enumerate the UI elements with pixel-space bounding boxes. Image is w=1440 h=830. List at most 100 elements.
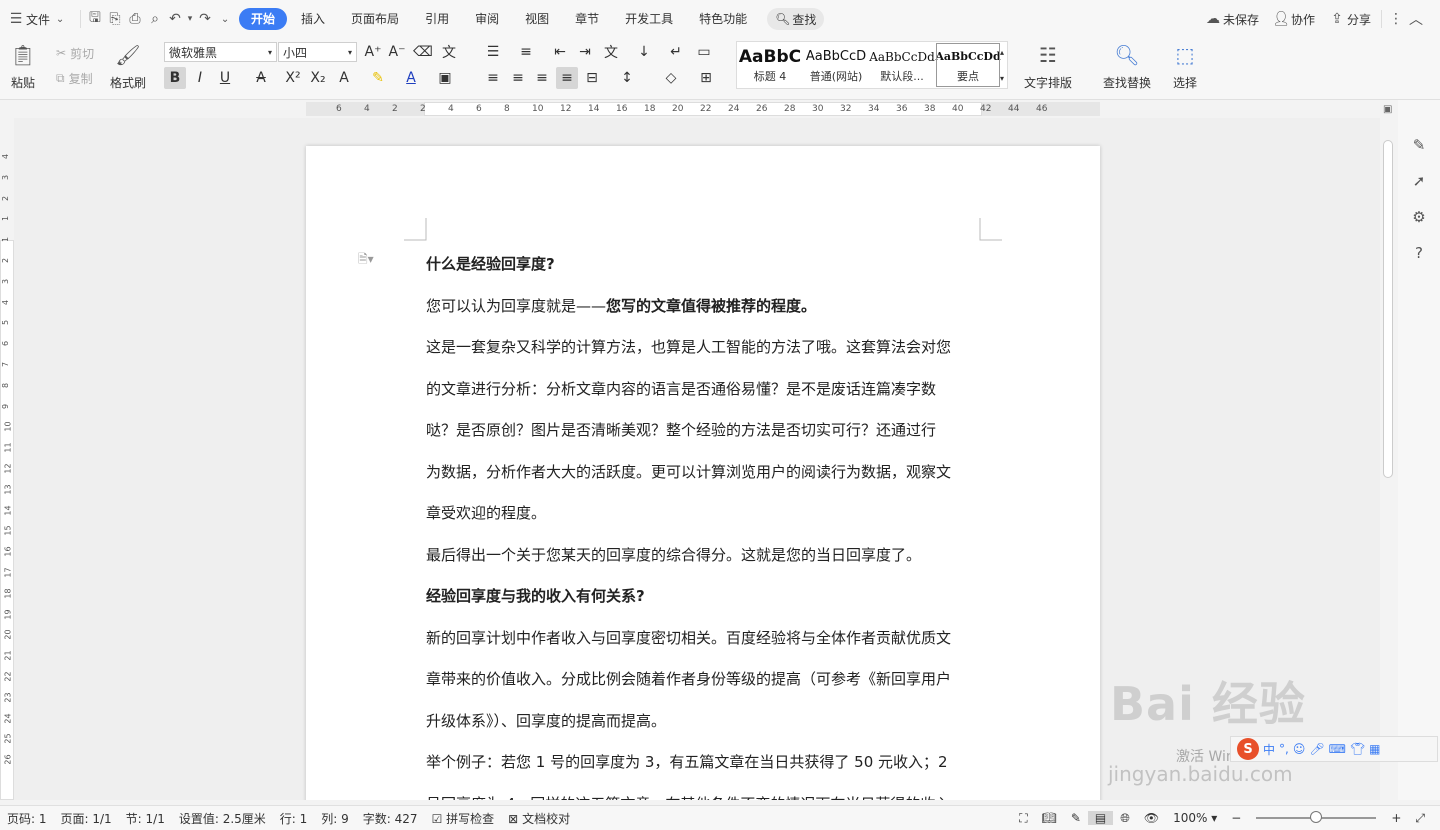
style-1[interactable]: AaBbCcD 普通(网站) bbox=[803, 42, 869, 88]
decrease-font-icon[interactable]: A⁻ bbox=[386, 41, 408, 63]
align-left-icon[interactable]: ≡ bbox=[482, 67, 504, 89]
subscript-icon[interactable]: X₂ bbox=[307, 67, 329, 89]
page-view-icon[interactable]: ▤ bbox=[1087, 811, 1114, 825]
ime-punct-icon[interactable]: °, bbox=[1279, 742, 1289, 756]
char-border-icon[interactable]: ▣ bbox=[434, 67, 456, 89]
show-marks-icon[interactable]: ↵ bbox=[665, 41, 687, 63]
file-menu[interactable]: ☰ 文件 ⌄ bbox=[0, 7, 76, 31]
ime-menu-icon[interactable]: ▦ bbox=[1369, 742, 1380, 756]
decrease-indent-icon[interactable]: ⇤ bbox=[549, 41, 571, 63]
style-2[interactable]: AaBbCcDd 默认段... bbox=[869, 42, 935, 88]
undo-icon[interactable]: ↶ bbox=[165, 9, 185, 29]
sort-icon[interactable]: ↓ bbox=[633, 41, 655, 63]
ime-voice-icon[interactable]: 🎤︎ bbox=[1309, 742, 1324, 756]
column-number[interactable]: 列: 9 bbox=[314, 810, 356, 827]
paragraph[interactable]: 最后得出一个关于您某天的回享度的综合得分。这就是您的当日回享度了。 bbox=[426, 535, 982, 577]
zoom-out-icon[interactable]: − bbox=[1224, 811, 1248, 825]
vertical-ruler[interactable]: 4 3 2 1 1 2 3 4 5 6 7 8 9 10 11 12 13 14 15 16 17 18 19 20 21 22 2… bbox=[0, 118, 14, 800]
ime-mode-icon[interactable]: 中 bbox=[1263, 741, 1275, 758]
more-icon[interactable]: ⋮ bbox=[1386, 9, 1406, 29]
horizontal-ruler[interactable]: 6 4 2 2 4 6 8 10 12 14 16 18 20 22 24 26 28 30 32 34 36 38 40 4… bbox=[306, 100, 1100, 118]
tab-7[interactable]: 开发工具 bbox=[613, 8, 685, 30]
read-mode-icon[interactable]: 📖︎ bbox=[1035, 811, 1064, 825]
tab-1[interactable]: 插入 bbox=[289, 8, 337, 30]
ime-keyboard-icon[interactable]: ⌨ bbox=[1329, 742, 1346, 756]
table-tools-icon[interactable]: ▭ bbox=[693, 41, 715, 63]
scroll-top-icon[interactable]: ▣ bbox=[1383, 104, 1392, 115]
sogou-ime-icon[interactable]: S bbox=[1237, 738, 1259, 760]
borders-icon[interactable]: ⊞ bbox=[695, 67, 717, 89]
unsaved-status[interactable]: ☁ 未保存 bbox=[1197, 7, 1265, 31]
select-button[interactable]: ⬚ 选择 bbox=[1172, 42, 1198, 91]
paragraph[interactable]: 这是一套复杂又科学的计算方法，也算是人工智能的方法了哦。这套算法会对您 bbox=[426, 327, 982, 369]
chinese-layout-icon[interactable]: 文 bbox=[600, 41, 622, 63]
paste-button[interactable]: 📋︎ 粘贴 bbox=[10, 42, 36, 91]
paragraph[interactable]: 您可以认为回享度就是——您写的文章值得被推荐的程度。 bbox=[426, 286, 982, 328]
font-name-select[interactable]: 微软雅黑 ▾ bbox=[164, 42, 277, 62]
paragraph[interactable]: 哒？是否原创？图片是否清晰美观？整个经验的方法是否切实可行？还通过行 bbox=[426, 410, 982, 452]
copy-button[interactable]: ⧉ 复制 bbox=[56, 68, 93, 88]
collapse-ribbon-icon[interactable]: ︿ bbox=[1406, 9, 1426, 29]
paragraph[interactable]: 经验回享度与我的收入有何关系? bbox=[426, 576, 982, 618]
pen-icon[interactable]: ✎ bbox=[1408, 134, 1430, 156]
word-count[interactable]: 字数: 427 bbox=[356, 810, 425, 827]
redo-icon[interactable]: ↷ bbox=[195, 9, 215, 29]
font-color-icon[interactable]: A bbox=[400, 67, 422, 89]
distributed-icon[interactable]: ⊟ bbox=[581, 67, 603, 89]
increase-indent-icon[interactable]: ⇥ bbox=[574, 41, 596, 63]
paragraph[interactable]: 章受欢迎的程度。 bbox=[426, 493, 982, 535]
undo-dropdown-icon[interactable]: ▾ bbox=[185, 9, 195, 29]
eye-protect-icon[interactable]: 👁︎ bbox=[1137, 811, 1166, 825]
clear-format-icon[interactable]: ⌫ bbox=[412, 41, 434, 63]
zoom-slider-knob[interactable] bbox=[1310, 811, 1323, 823]
phonetic-guide-icon[interactable]: 文 bbox=[438, 41, 460, 63]
settings-sliders-icon[interactable]: ⚙ bbox=[1408, 206, 1430, 228]
save-icon[interactable]: 🖫 bbox=[85, 9, 105, 29]
zoom-in-icon[interactable]: + bbox=[1384, 811, 1408, 825]
align-center-icon[interactable]: ≡ bbox=[507, 67, 529, 89]
web-view-icon[interactable]: 🌐︎ bbox=[1113, 811, 1137, 826]
tab-5[interactable]: 视图 bbox=[513, 8, 561, 30]
align-right-icon[interactable]: ≡ bbox=[531, 67, 553, 89]
ime-toolbar[interactable]: S 中 °, ☺ 🎤︎ ⌨ 👕︎ ▦ bbox=[1230, 736, 1438, 762]
collaborate-button[interactable]: 👤︎ 协作 bbox=[1265, 7, 1321, 31]
customize-toolbar-icon[interactable]: ⌄ bbox=[215, 9, 235, 29]
paragraph[interactable]: 举个例子：若您 1 号的回享度为 3，有五篇文章在当日共获得了 50 元收入；2 bbox=[426, 742, 982, 784]
bullet-list-icon[interactable]: ☰ bbox=[482, 41, 504, 63]
bold-icon[interactable]: B bbox=[164, 67, 186, 89]
increase-font-icon[interactable]: A⁺ bbox=[362, 41, 384, 63]
doc-proof-button[interactable]: ⊠ 文档校对 bbox=[501, 810, 577, 827]
paragraph[interactable]: 什么是经验回享度? bbox=[426, 244, 982, 286]
shading-icon[interactable]: ◇ bbox=[660, 67, 682, 89]
find-replace-button[interactable]: 🔍︎ 查找替换 bbox=[1103, 42, 1151, 91]
ime-skin-icon[interactable]: 👕︎ bbox=[1350, 742, 1365, 756]
document-body[interactable]: 什么是经验回享度? 您可以认为回享度就是——您写的文章值得被推荐的程度。 这是一套复… bbox=[426, 244, 982, 800]
paragraph[interactable]: 章带来的价值收入。分成比例会随着作者身份等级的提高（可参考《新回享用户 bbox=[426, 659, 982, 701]
write-mode-icon[interactable]: ✎ bbox=[1064, 811, 1088, 825]
setting-value[interactable]: 设置值: 2.5厘米 bbox=[172, 810, 273, 827]
ime-emoji-icon[interactable]: ☺ bbox=[1293, 742, 1306, 756]
underline-icon[interactable]: U bbox=[214, 67, 236, 89]
share-button[interactable]: ⇪ 分享 bbox=[1321, 7, 1377, 31]
print-preview-icon[interactable]: ⌕ bbox=[145, 9, 165, 29]
section-number[interactable]: 节: 1/1 bbox=[119, 810, 172, 827]
cursor-icon[interactable]: ➚ bbox=[1408, 170, 1430, 192]
tab-6[interactable]: 章节 bbox=[563, 8, 611, 30]
document-page[interactable]: 🗎▾ 什么是经验回享度? 您可以认为回享度就是——您写的文章值得被推荐的程度。 这是… bbox=[306, 146, 1100, 800]
row-number[interactable]: 行: 1 bbox=[273, 810, 315, 827]
font-size-select[interactable]: 小四 ▾ bbox=[278, 42, 357, 62]
justify-icon[interactable]: ≡ bbox=[556, 67, 578, 89]
style-scroll-up-icon[interactable]: ▴ bbox=[996, 41, 1008, 63]
fit-page-icon[interactable]: ⤢ bbox=[1408, 811, 1432, 826]
cut-button[interactable]: ✂ 剪切 bbox=[56, 43, 94, 63]
numbered-list-icon[interactable]: ≡ bbox=[515, 41, 537, 63]
tab-8[interactable]: 特色功能 bbox=[687, 8, 759, 30]
tab-3[interactable]: 引用 bbox=[413, 8, 461, 30]
style-more-icon[interactable]: ▾ bbox=[996, 67, 1008, 89]
search-command[interactable]: 🔍︎ 查找 bbox=[767, 8, 825, 30]
spell-check-button[interactable]: ☑ 拼写检查 bbox=[425, 810, 502, 827]
scrollbar-thumb[interactable] bbox=[1383, 140, 1393, 478]
italic-icon[interactable]: I bbox=[189, 67, 211, 89]
paragraph[interactable]: 为数据，分析作者大大的活跃度。更可以计算浏览用户的阅读行为数据，观察文 bbox=[426, 452, 982, 494]
vertical-scrollbar[interactable]: ▣ bbox=[1380, 100, 1396, 800]
